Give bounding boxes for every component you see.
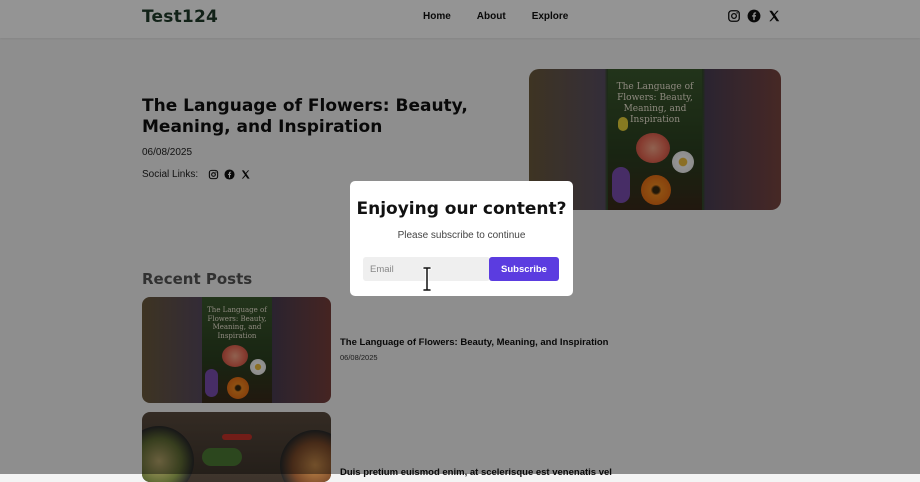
modal-subtitle: Please subscribe to continue xyxy=(397,230,526,241)
text-cursor-icon xyxy=(422,267,432,291)
subscribe-button[interactable]: Subscribe xyxy=(489,257,559,281)
page: Test124 Home About Explore The Language … xyxy=(0,0,920,482)
subscribe-modal: Enjoying our content? Please subscribe t… xyxy=(350,181,573,296)
modal-title: Enjoying our content? xyxy=(356,199,567,219)
